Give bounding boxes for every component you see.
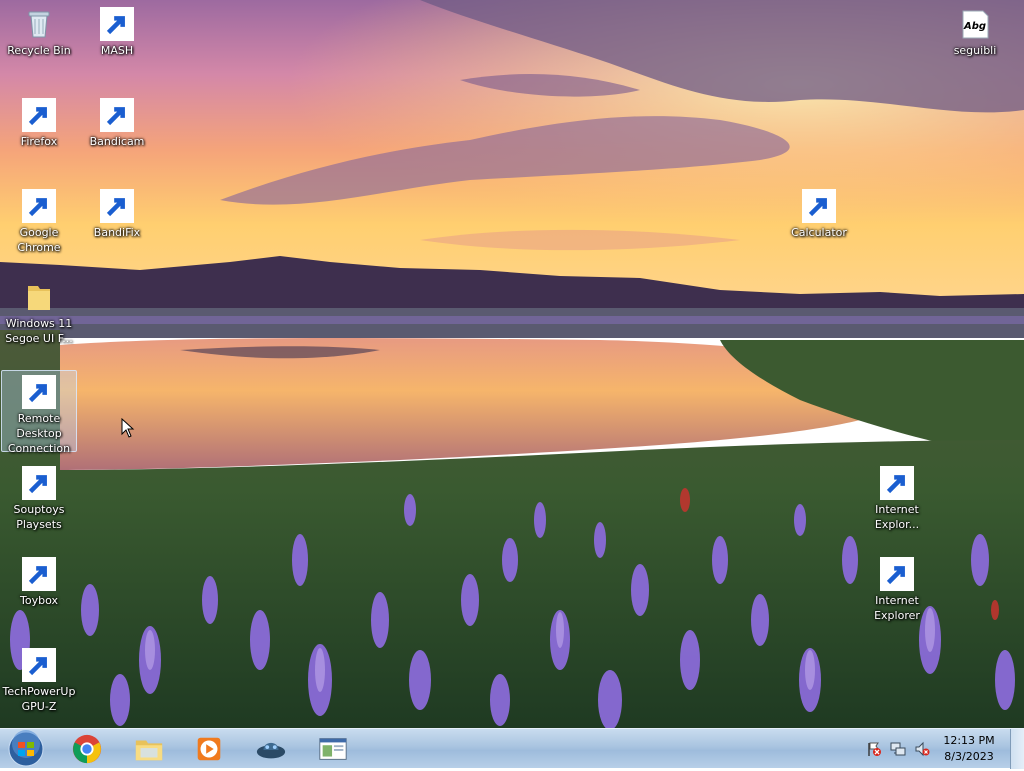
clock-time: 12:13 PM [943,734,995,747]
icon-label: BandiFix [93,226,141,239]
bandifix-icon [100,189,134,223]
mash-icon [256,742,286,759]
icon-label: Souptoys Playsets [13,503,65,531]
calculator-desktop-icon[interactable]: Calculator [781,184,857,241]
folder-icon [22,280,56,314]
bandifix-desktop-icon[interactable]: BandiFix [79,184,155,241]
taskbar: 12:13 PM 8/3/2023 [0,728,1024,769]
recycle-bin-desktop-icon[interactable]: Recycle Bin [1,2,77,59]
chrome-desktop-icon[interactable]: Google Chrome [1,184,77,256]
show-desktop-button[interactable] [1010,729,1024,769]
taskbar-mash-button[interactable] [244,731,298,767]
internet-explorer-desktop-icon-2[interactable]: Internet Explorer [859,552,935,624]
clock-date: 8/3/2023 [944,750,994,763]
icon-label: MASH [100,44,134,57]
recycle-bin-icon [22,7,56,41]
chrome-icon [22,189,56,223]
internet-explorer-icon [880,557,914,591]
icon-label: Firefox [20,135,58,148]
icon-label: Calculator [791,226,847,239]
action-center-flag-icon[interactable] [866,741,882,757]
icon-label: Toybox [20,594,58,607]
toybox-desktop-icon[interactable]: Toybox [1,552,77,609]
file-explorer-icon [135,740,163,761]
taskbar-chrome-button[interactable] [60,731,114,767]
taskbar-media-player-button[interactable] [182,731,236,767]
firefox-desktop-icon[interactable]: Firefox [1,93,77,150]
font-preview-glyph: Abg [963,21,986,32]
bandicam-icon [100,98,134,132]
windows-logo-icon [8,730,44,767]
remote-desktop-desktop-icon[interactable]: Remote Desktop Connection [1,370,77,455]
toybox-icon [22,557,56,591]
seguibli-font-desktop-icon[interactable]: Abg seguibli [937,2,1013,59]
souptoys-desktop-icon[interactable]: Souptoys Playsets [1,461,77,533]
remote-desktop-icon [22,375,56,409]
icon-label: TechPowerUp GPU-Z [2,685,76,713]
media-player-icon [197,737,221,761]
internet-explorer-icon [880,466,914,500]
system-clock[interactable]: 12:13 PM 8/3/2023 [936,733,1002,765]
icon-label: Internet Explor... [874,503,920,531]
mouse-cursor-icon [121,418,135,438]
mash-icon [100,7,134,41]
icon-label: Bandicam [89,135,145,148]
mash-desktop-icon[interactable]: MASH [79,2,155,59]
taskbar-file-explorer-button[interactable] [122,731,176,767]
icon-label: Google Chrome [17,226,61,254]
start-button[interactable] [4,730,48,768]
chrome-icon [72,734,102,764]
icon-label: seguibli [953,44,997,57]
calculator-icon [802,189,836,223]
icon-label: Recycle Bin [7,44,71,57]
icon-label: Remote Desktop Connection [7,412,71,455]
network-icon[interactable] [890,741,906,757]
internet-explorer-desktop-icon-1[interactable]: Internet Explor... [859,461,935,533]
windows11-segoe-folder-desktop-icon[interactable]: Windows 11 Segoe UI F... [1,275,77,347]
gpuz-desktop-icon[interactable]: TechPowerUp GPU-Z [1,643,77,715]
remote-desktop-icon [319,738,347,760]
taskbar-remote-desktop-button[interactable] [306,731,360,767]
gpuz-icon [22,648,56,682]
icon-label: Internet Explorer [874,594,920,622]
souptoys-icon [22,466,56,500]
volume-muted-icon[interactable] [914,741,930,757]
font-file-icon: Abg [958,7,992,41]
firefox-icon [22,98,56,132]
bandicam-desktop-icon[interactable]: Bandicam [79,93,155,150]
icon-label: Windows 11 Segoe UI F... [5,317,73,345]
